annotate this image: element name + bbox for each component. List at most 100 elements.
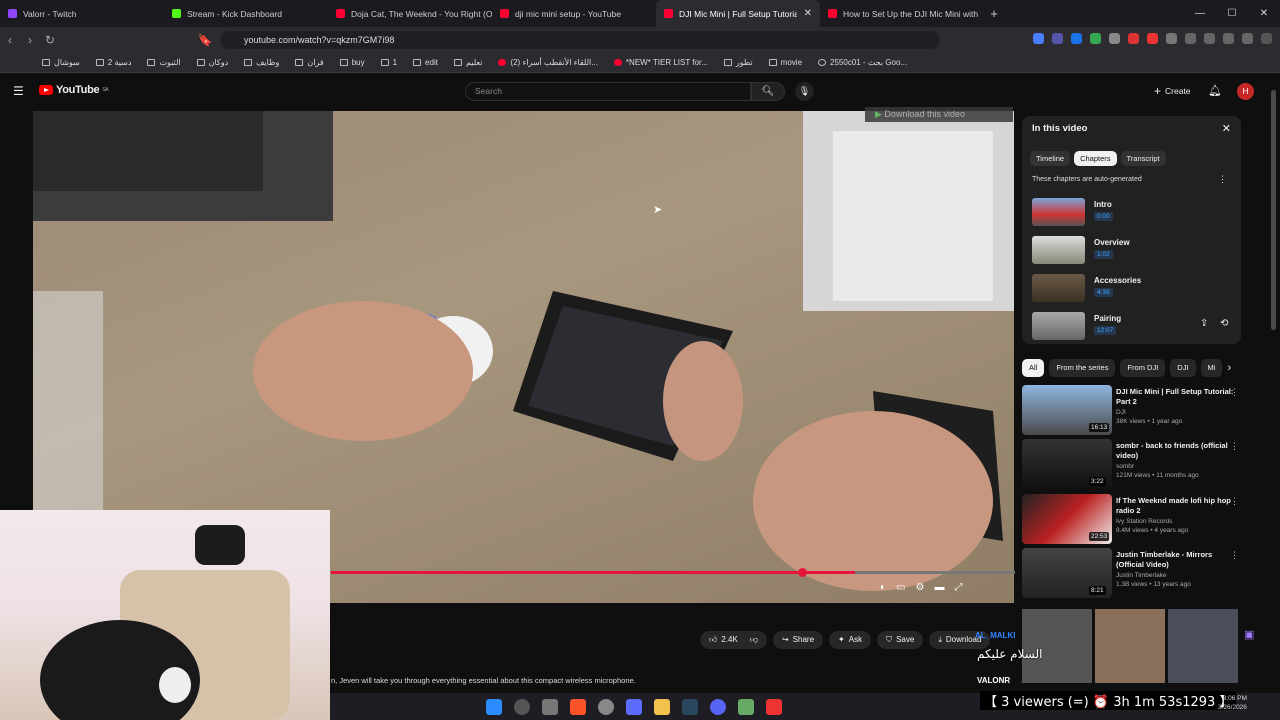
bookmark-item[interactable]: الثبوت xyxy=(139,58,188,67)
bookmark-item[interactable]: تطور xyxy=(716,58,761,67)
browser-tab-active[interactable]: DJI Mic Mini | Full Setup Tutorial ✕ xyxy=(656,0,820,27)
chip-dji[interactable]: DJI xyxy=(1170,359,1196,377)
chapter-item[interactable]: Accessories 4:39 xyxy=(1032,274,1232,302)
search-icon[interactable] xyxy=(514,698,530,715)
theater-mode-icon[interactable]: ▬ xyxy=(934,582,944,593)
media-app-icon[interactable] xyxy=(626,698,642,715)
voice-search-icon[interactable]: 🎙︎ xyxy=(795,82,814,101)
settings-gear-icon[interactable]: ⚙ xyxy=(916,582,925,593)
bookmark-item[interactable]: وظايف xyxy=(236,58,287,67)
video-progress-remaining[interactable] xyxy=(855,571,1015,574)
game-app-icon[interactable] xyxy=(738,698,754,715)
more-options-icon[interactable]: ⋮ xyxy=(1230,387,1239,398)
extension-icon[interactable] xyxy=(1071,33,1082,44)
chapter-item[interactable]: Overview 1:02 xyxy=(1032,236,1232,264)
extension-icon[interactable] xyxy=(1223,33,1234,44)
related-video[interactable]: 8:21 Justin Timberlake - Mirrors (Offici… xyxy=(1022,548,1252,598)
subtitles-icon[interactable]: ▭ xyxy=(896,582,905,593)
browser-tab[interactable]: Stream - Kick Dashboard xyxy=(164,0,328,27)
video-progress-played[interactable] xyxy=(331,571,855,574)
extension-icon[interactable] xyxy=(1204,33,1215,44)
search-button[interactable]: 🔍︎ xyxy=(751,82,785,101)
close-tab-icon[interactable]: ✕ xyxy=(804,8,812,19)
file-explorer-icon[interactable] xyxy=(654,698,670,715)
chevron-right-icon[interactable]: › xyxy=(1227,359,1231,377)
browser-tab[interactable]: Valorr - Twitch xyxy=(0,0,164,27)
page-scrollbar[interactable] xyxy=(1271,90,1276,330)
create-button[interactable]: + Create xyxy=(1154,84,1191,98)
thumbs-down-icon[interactable]: 👎︎ xyxy=(750,631,758,649)
autoplay-toggle[interactable]: ◐ xyxy=(880,582,886,593)
more-options-icon[interactable]: ⋮ xyxy=(1230,496,1239,507)
ask-button[interactable]: ✦ Ask xyxy=(829,631,872,649)
download-video-overlay[interactable]: ▶ Download this video xyxy=(865,107,1013,122)
youtube-logo[interactable]: YouTube SA xyxy=(39,84,109,96)
extension-icon[interactable] xyxy=(1185,33,1196,44)
bookmark-item[interactable]: دسية 2 xyxy=(88,58,140,67)
steam-icon[interactable] xyxy=(682,698,698,715)
share-button[interactable]: ↪ Share xyxy=(772,631,824,649)
extension-icon[interactable] xyxy=(1033,33,1044,44)
bookmark-item[interactable]: دوكان xyxy=(189,58,237,67)
related-video[interactable]: 16:13 DJI Mic Mini | Full Setup Tutorial… xyxy=(1022,385,1252,435)
url-bar[interactable]: youtube.com/watch?v=qkzm7GM7i98 xyxy=(220,31,940,49)
discord-icon[interactable] xyxy=(710,698,726,715)
bookmark-item[interactable]: سوشال xyxy=(34,58,88,67)
extension-icon[interactable] xyxy=(1128,33,1139,44)
avatar[interactable]: H xyxy=(1237,83,1254,100)
related-video[interactable]: 22:53 If The Weeknd made lofi hip hop ra… xyxy=(1022,494,1252,544)
bookmark-item[interactable]: قران xyxy=(287,58,331,67)
chip-from-series[interactable]: From the series xyxy=(1049,359,1116,377)
windows-start-icon[interactable] xyxy=(486,698,502,715)
video-description[interactable]: n, Jeven will take you through everythin… xyxy=(331,676,636,685)
more-options-icon[interactable]: ⋮ xyxy=(1230,441,1239,452)
brave-browser-icon[interactable] xyxy=(570,698,586,715)
bookmark-item[interactable]: (2) اللقاء الأنقطب أسراء... xyxy=(490,58,605,67)
loop-icon[interactable]: ⟲ xyxy=(1220,318,1228,329)
extension-icon[interactable] xyxy=(1052,33,1063,44)
more-options-icon[interactable]: ⋮ xyxy=(1230,550,1239,561)
maximize-button[interactable]: ☐ xyxy=(1216,0,1248,27)
close-window-button[interactable]: ✕ xyxy=(1248,0,1280,27)
save-button[interactable]: ⛉ Save xyxy=(877,631,924,649)
fullscreen-icon[interactable]: ⤢ xyxy=(954,582,962,593)
chip-all[interactable]: All xyxy=(1022,359,1045,377)
valorant-icon[interactable] xyxy=(766,698,782,715)
bookmark-item[interactable]: buy xyxy=(332,58,373,67)
tab-chapters[interactable]: Chapters xyxy=(1074,151,1117,166)
bookmark-item[interactable]: 1 xyxy=(373,58,405,67)
extension-icon[interactable] xyxy=(1166,33,1177,44)
bookmark-item[interactable]: *NEW* TIER LIST for... xyxy=(606,58,716,67)
forward-icon[interactable]: › xyxy=(20,33,40,47)
more-options-icon[interactable]: ⋮ xyxy=(1218,174,1227,185)
bookmark-item[interactable]: movie xyxy=(761,58,810,67)
extension-icon[interactable] xyxy=(1147,33,1158,44)
chat-icon[interactable]: ▣ xyxy=(1244,628,1254,641)
menu-icon[interactable] xyxy=(1261,33,1272,44)
chapter-item[interactable]: Pairing 12:07 ⇪ ⟲ xyxy=(1032,312,1232,340)
bookmark-icon[interactable]: 🔖 xyxy=(195,33,215,47)
new-tab-button[interactable]: + xyxy=(984,6,1004,21)
chapter-item[interactable]: Intro 0:00 xyxy=(1032,198,1232,226)
share-icon[interactable]: ⇪ xyxy=(1200,318,1208,329)
bookmark-item[interactable]: 2550c01 - بحث Goo... xyxy=(810,58,915,67)
extension-icon[interactable] xyxy=(1242,33,1253,44)
bookmark-item[interactable]: تعليم xyxy=(446,58,490,67)
minimize-button[interactable]: — xyxy=(1184,0,1216,27)
extension-icon[interactable] xyxy=(1109,33,1120,44)
tab-transcript[interactable]: Transcript xyxy=(1120,151,1166,166)
scrubber-handle[interactable] xyxy=(798,568,807,577)
hamburger-menu-icon[interactable]: ☰ xyxy=(13,84,24,98)
reload-icon[interactable]: ↻ xyxy=(40,33,60,47)
tab-timeline[interactable]: Timeline xyxy=(1030,151,1071,166)
like-button[interactable]: 👍︎ 2.4K 👎︎ xyxy=(700,631,767,649)
task-view-icon[interactable] xyxy=(542,698,558,715)
browser-tab[interactable]: Doja Cat, The Weeknd - You Right (O xyxy=(328,0,492,27)
browser-tab[interactable]: dji mic mini setup - YouTube xyxy=(492,0,656,27)
back-icon[interactable]: ‹ xyxy=(0,33,20,47)
chip-from-dji[interactable]: From DJI xyxy=(1120,359,1166,377)
related-video[interactable]: 3:22 sombr - back to friends (official v… xyxy=(1022,439,1252,489)
close-icon[interactable]: ✕ xyxy=(1222,122,1231,135)
browser-tab[interactable]: How to Set Up the DJI Mic Mini with xyxy=(820,0,984,27)
notifications-bell-icon[interactable]: 🔔︎ xyxy=(1208,84,1222,97)
